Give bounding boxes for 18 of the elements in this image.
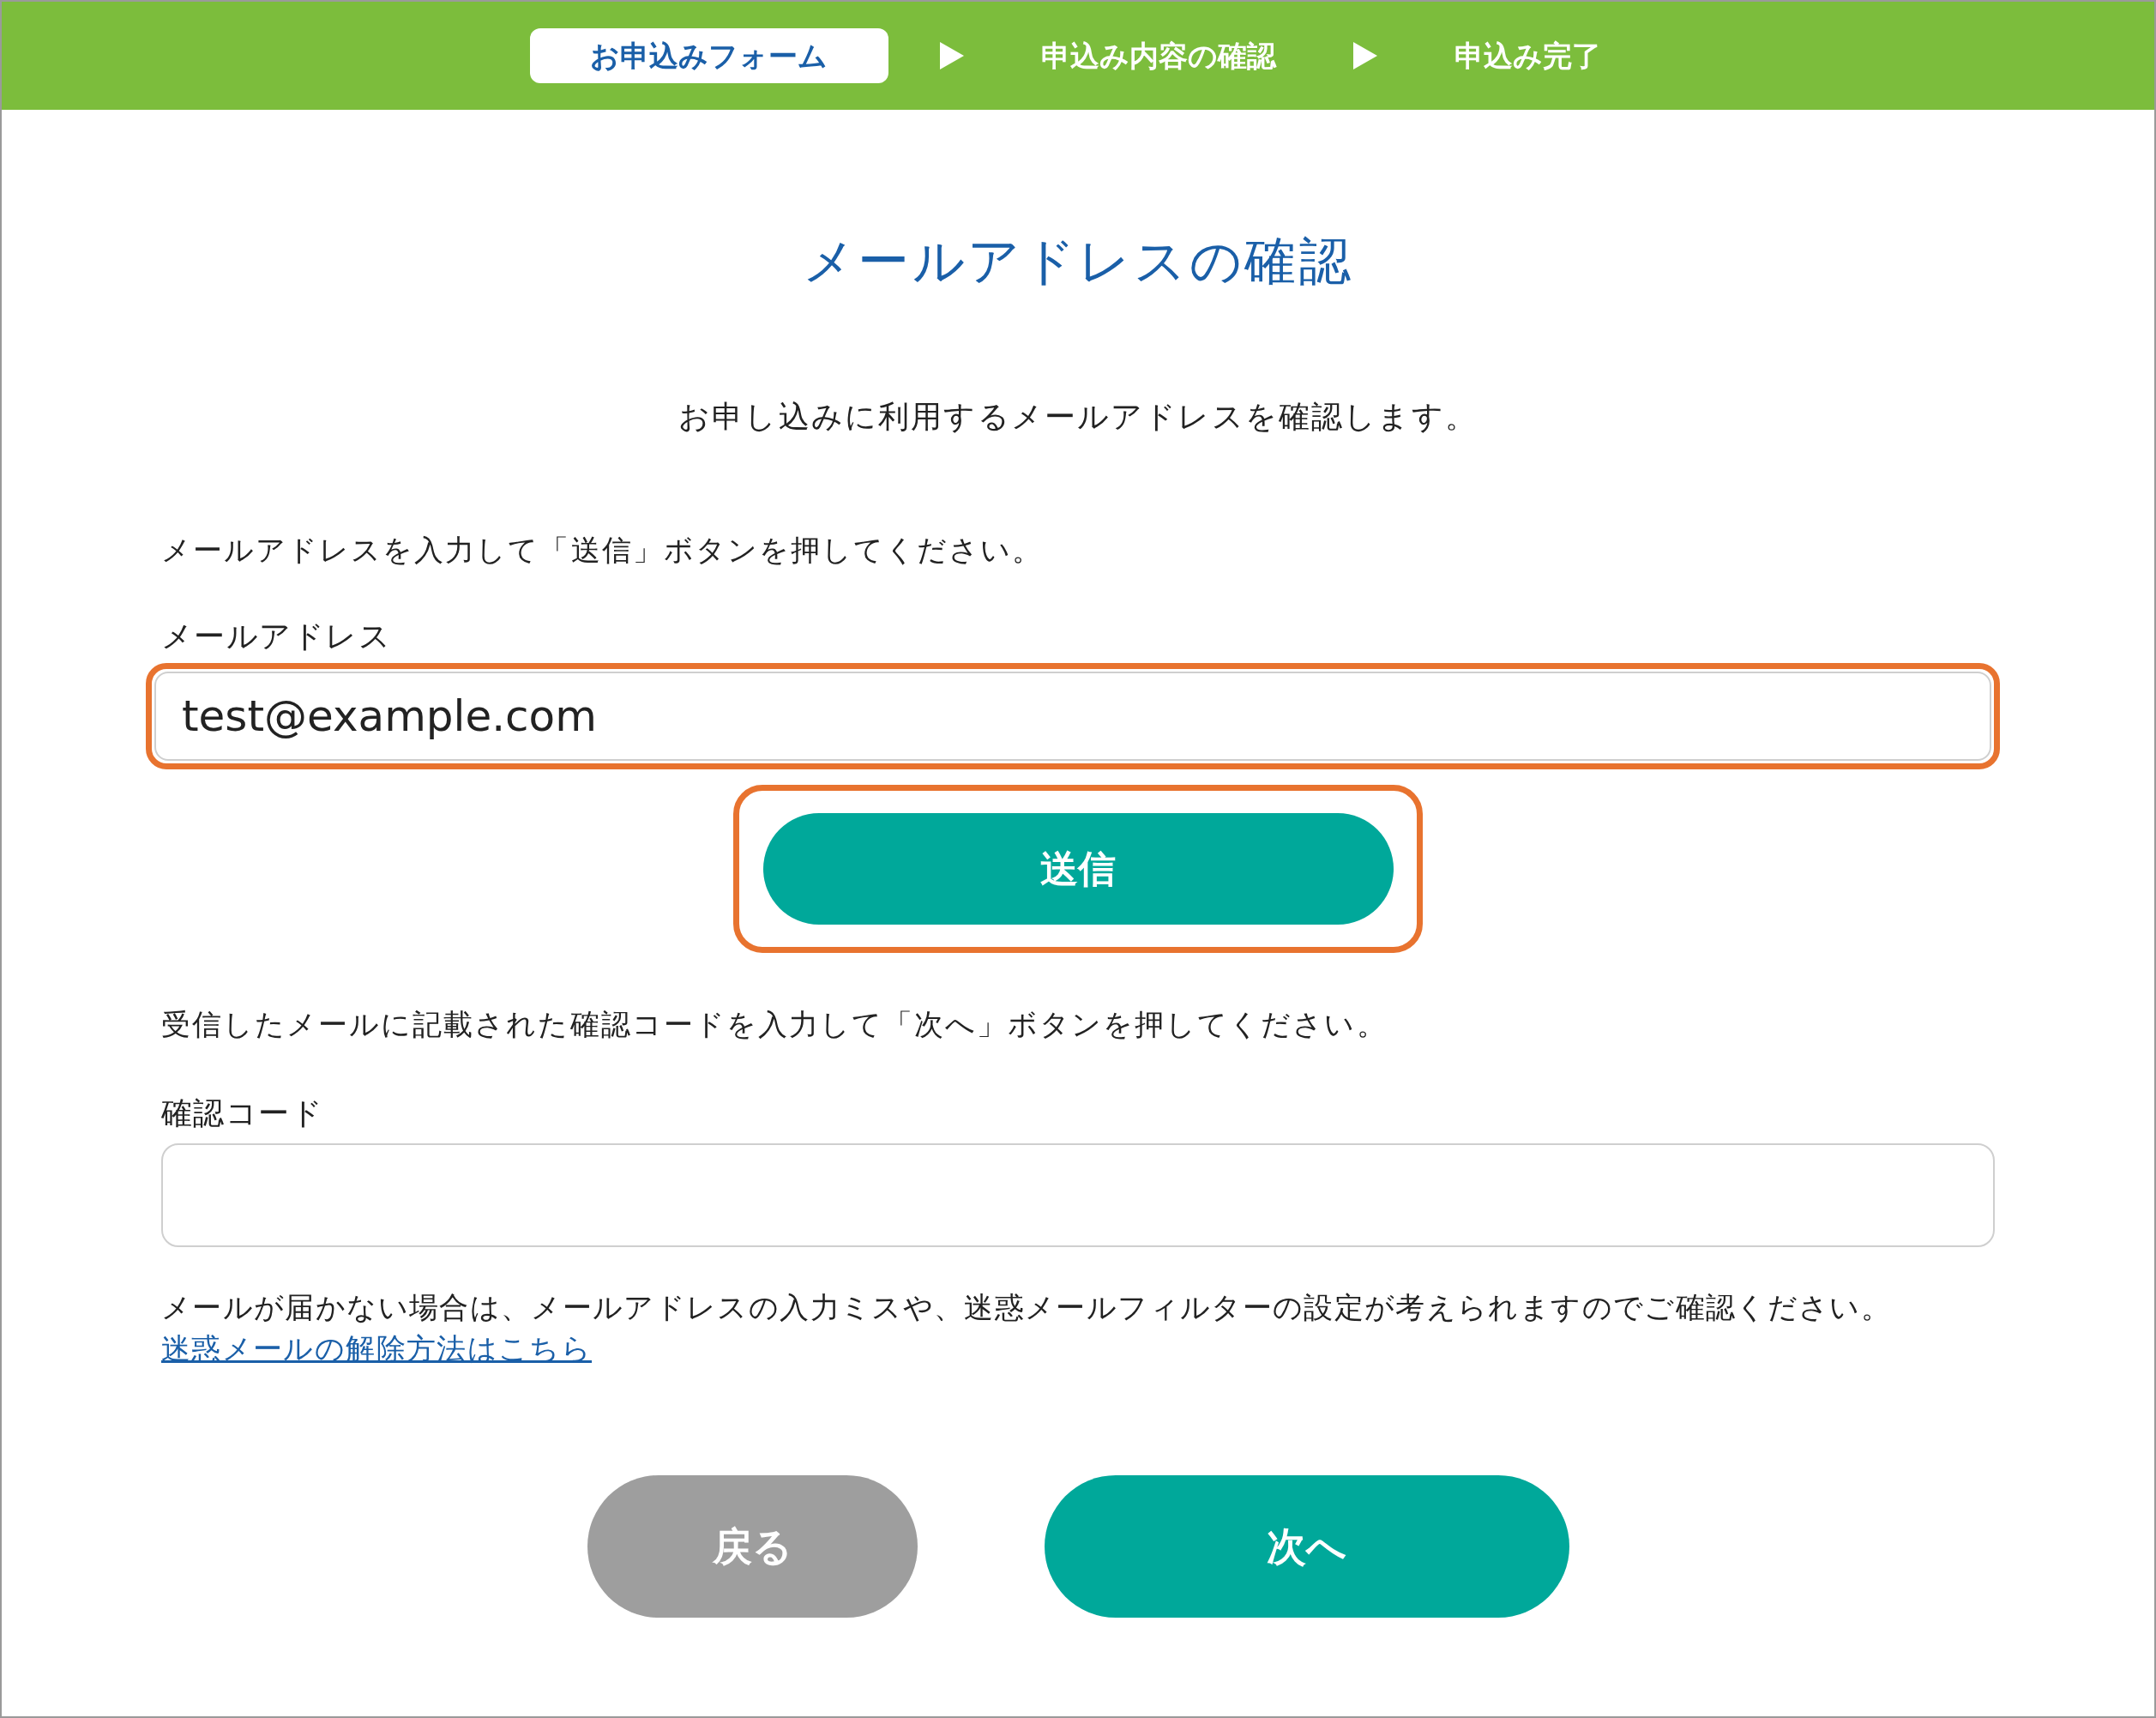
instruction-text: メールアドレスを入力して「送信」ボタンを押してください。 — [161, 532, 1045, 569]
step-label: 申込み内容の確認 — [1039, 37, 1278, 75]
subtitle: お申し込みに利用するメールアドレスを確認します。 — [678, 398, 1478, 436]
note-text: メールが届かない場合は、メールアドレスの入力ミスや、迷惑メールフィルターの設定が考えられますのでご確認ください。 — [161, 1289, 1893, 1326]
next-button[interactable]: 次へ — [1044, 1475, 1569, 1618]
step-label: お申込みフォーム — [529, 28, 888, 83]
page-title: メールアドレスの確認 — [801, 230, 1355, 292]
field-label: 確認コード — [161, 1094, 325, 1132]
triangle-icon — [939, 42, 964, 69]
back-button[interactable]: 戻る — [587, 1475, 918, 1618]
step-label: 申込み完了 — [1453, 37, 1602, 75]
send-button[interactable]: 送信 — [762, 813, 1394, 925]
code-field[interactable] — [161, 1143, 1995, 1247]
email-field[interactable]: test@example.com — [154, 672, 1991, 761]
instruction-text: 受信したメールに記載された確認コードを入力して「次へ」ボタンを押してください。 — [161, 1006, 1388, 1043]
help-link[interactable]: 迷惑メールの解除方法はこちら — [161, 1328, 593, 1369]
field-label: メールアドレス — [161, 618, 393, 655]
triangle-icon — [1352, 42, 1377, 69]
